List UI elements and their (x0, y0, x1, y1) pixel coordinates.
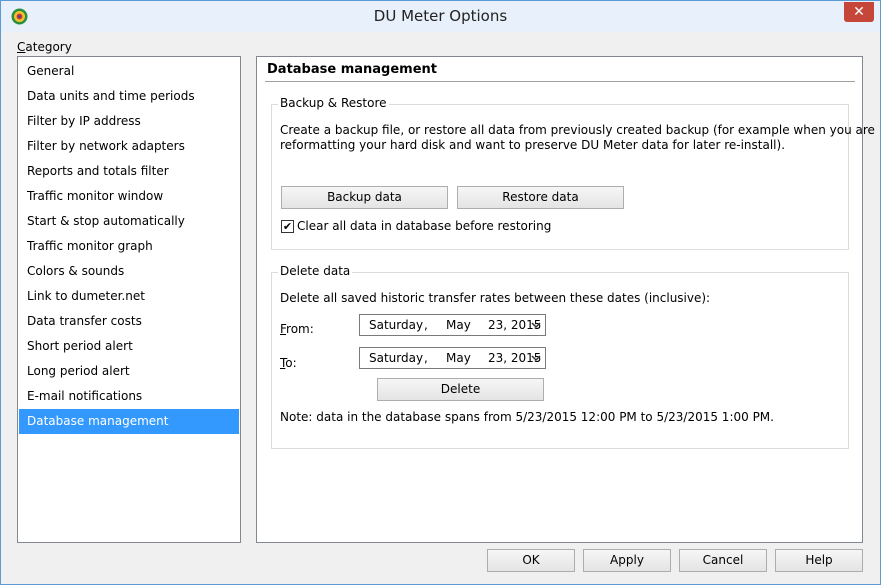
category-item-short-alert[interactable]: Short period alert (19, 334, 239, 359)
ok-button[interactable]: OK (487, 549, 575, 572)
category-item-colors-sounds[interactable]: Colors & sounds (19, 259, 239, 284)
from-date-picker[interactable]: Saturday , May 23, 2015 (359, 314, 546, 336)
category-item-reports-filter[interactable]: Reports and totals filter (19, 159, 239, 184)
delete-data-title: Delete data (278, 264, 353, 278)
to-date-picker[interactable]: Saturday , May 23, 2015 (359, 347, 546, 369)
category-item-transfer-costs[interactable]: Data transfer costs (19, 309, 239, 334)
settings-panel: Database management Backup & Restore Cre… (256, 56, 875, 543)
category-item-data-units[interactable]: Data units and time periods (19, 84, 239, 109)
delete-description: Delete all saved historic transfer rates… (280, 291, 711, 305)
window-title: DU Meter Options (373, 7, 508, 25)
delete-button[interactable]: Delete (377, 378, 544, 401)
panel-title: Database management (267, 62, 438, 77)
to-label: To: (280, 356, 297, 370)
chevron-down-icon[interactable] (530, 317, 542, 333)
backup-restore-group: Backup & Restore Create a backup file, o… (271, 96, 875, 250)
delete-data-group: Delete data Delete all saved historic tr… (271, 264, 849, 449)
chevron-down-icon[interactable] (530, 350, 542, 366)
restore-data-button[interactable]: Restore data (457, 186, 624, 209)
backup-description-line1: Create a backup file, or restore all dat… (280, 123, 875, 137)
category-item-start-stop[interactable]: Start & stop automatically (19, 209, 239, 234)
category-item-filter-ip[interactable]: Filter by IP address (19, 109, 239, 134)
from-month: May (446, 318, 471, 332)
category-item-database-management[interactable]: Database management (19, 409, 239, 434)
category-item-general[interactable]: General (19, 59, 239, 84)
backup-description-line2: reformatting your hard disk and want to … (280, 138, 786, 152)
category-item-email[interactable]: E-mail notifications (19, 384, 239, 409)
to-weekday: Saturday (369, 351, 424, 365)
backup-restore-title: Backup & Restore (278, 96, 389, 110)
category-item-link-dumeter[interactable]: Link to dumeter.net (19, 284, 239, 309)
backup-data-button[interactable]: Backup data (281, 186, 448, 209)
clear-data-checkbox[interactable]: ✔ (281, 220, 294, 233)
to-separator: , (424, 351, 428, 365)
panel-title-divider (265, 81, 855, 82)
clear-data-label: Clear all data in database before restor… (297, 219, 552, 233)
help-button[interactable]: Help (775, 549, 863, 572)
close-window-button[interactable]: ✕ (844, 2, 874, 22)
apply-button[interactable]: Apply (583, 549, 671, 572)
category-item-traffic-graph[interactable]: Traffic monitor graph (19, 234, 239, 259)
category-item-traffic-window[interactable]: Traffic monitor window (19, 184, 239, 209)
category-item-filter-adapters[interactable]: Filter by network adapters (19, 134, 239, 159)
from-weekday: Saturday (369, 318, 424, 332)
close-icon: ✕ (853, 4, 865, 20)
title-bar[interactable]: DU Meter Options ✕ (1, 1, 880, 32)
data-span-note: Note: data in the database spans from 5/… (280, 410, 774, 424)
category-list[interactable]: General Data units and time periods Filt… (17, 56, 241, 543)
from-separator: , (424, 318, 428, 332)
category-label: Category (17, 40, 72, 54)
options-window: DU Meter Options ✕ Category General Data… (0, 0, 881, 585)
from-label: From: (280, 322, 314, 336)
to-month: May (446, 351, 471, 365)
cancel-button[interactable]: Cancel (679, 549, 767, 572)
category-item-long-alert[interactable]: Long period alert (19, 359, 239, 384)
